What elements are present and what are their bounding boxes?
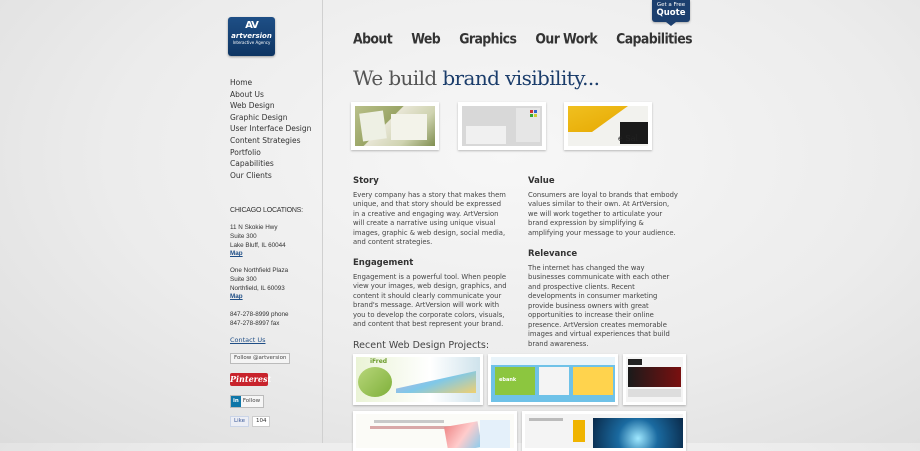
headline-plain: We build bbox=[353, 66, 443, 90]
thumb-image bbox=[355, 106, 435, 146]
sidebar-item-home[interactable]: Home bbox=[230, 77, 311, 89]
project-caption: iFred bbox=[370, 358, 388, 365]
address-line: 11 N Skokie Hwy bbox=[230, 224, 278, 231]
linkedin-follow-button[interactable]: in Follow bbox=[230, 395, 265, 408]
project-image bbox=[626, 357, 683, 402]
contact-us-link[interactable]: Contact Us bbox=[230, 336, 266, 344]
project-thumb-dark[interactable] bbox=[623, 354, 686, 405]
free-quote-button[interactable]: Get a Free Quote bbox=[652, 0, 690, 26]
value-body: Consumers are loyal to brands that embod… bbox=[528, 190, 678, 237]
nav-graphics[interactable]: Graphics bbox=[459, 30, 517, 47]
relevance-heading: Relevance bbox=[528, 249, 578, 259]
facebook-like: Like 104 bbox=[230, 416, 271, 427]
sidebar-item-portfolio[interactable]: Portfolio bbox=[230, 147, 311, 159]
linkedin-icon: in bbox=[231, 396, 241, 407]
nav-our-work[interactable]: Our Work bbox=[535, 30, 597, 47]
headline-highlight: brand visibility... bbox=[442, 66, 600, 90]
sidebar-item-web-design[interactable]: Web Design bbox=[230, 100, 311, 112]
project-thumb-ifred[interactable]: iFred bbox=[353, 354, 483, 405]
sidebar-nav: Home About Us Web Design Graphic Design … bbox=[230, 77, 311, 181]
facebook-like-count: 104 bbox=[251, 416, 271, 427]
thumb-caption: e Sal bbox=[618, 134, 639, 143]
sidebar-item-content-strategies[interactable]: Content Strategies bbox=[230, 135, 311, 147]
project-thumb-light[interactable] bbox=[522, 411, 686, 451]
sidebar-item-about-us[interactable]: About Us bbox=[230, 89, 311, 101]
thumb-image: e Sal bbox=[568, 106, 648, 146]
facebook-like-button[interactable]: Like bbox=[230, 416, 249, 427]
artversion-logo[interactable]: AV artversion Interactive Agency bbox=[228, 17, 275, 56]
recent-projects-heading: Recent Web Design Projects: bbox=[353, 340, 490, 351]
location-northfield: One Northfield Plaza Suite 300 Northfiel… bbox=[230, 267, 288, 302]
sidebar-item-graphic-design[interactable]: Graphic Design bbox=[230, 112, 311, 124]
section-relevance: Relevance The internet has changed the w… bbox=[528, 249, 680, 349]
address-line: One Northfield Plaza bbox=[230, 267, 289, 274]
thumb-image bbox=[462, 106, 542, 146]
project-caption: ebank bbox=[499, 377, 517, 383]
sidebar-item-capabilities[interactable]: Capabilities bbox=[230, 158, 311, 170]
engagement-heading: Engagement bbox=[353, 258, 414, 268]
story-body: Every company has a story that makes the… bbox=[353, 190, 506, 247]
logo-subtitle: Interactive Agency bbox=[232, 40, 271, 45]
address-line: Lake Bluff, IL 60044 bbox=[230, 241, 286, 249]
relevance-body: The internet has changed the way busines… bbox=[528, 263, 670, 348]
pinterest-button[interactable]: Pinterest bbox=[230, 373, 271, 386]
page-headline: We build brand visibility... bbox=[353, 66, 600, 90]
story-heading: Story bbox=[353, 176, 379, 186]
quote-big-text: Quote bbox=[656, 8, 686, 18]
portfolio-thumb-cards[interactable] bbox=[458, 102, 546, 150]
section-story: Story Every company has a story that mak… bbox=[353, 176, 508, 248]
twitter-follow-button[interactable]: Follow @artversion bbox=[230, 353, 291, 364]
value-heading: Value bbox=[528, 176, 555, 186]
logo-brand: artversion bbox=[231, 32, 272, 40]
section-engagement: Engagement Engagement is a powerful tool… bbox=[353, 258, 508, 330]
phone-fax: 847-278-8999 phone 847-278-8997 fax bbox=[230, 311, 288, 329]
map-link[interactable]: Map bbox=[230, 293, 288, 302]
project-image: ebank bbox=[491, 357, 615, 402]
section-value: Value Consumers are loyal to brands that… bbox=[528, 176, 680, 238]
map-link[interactable]: Map bbox=[230, 250, 286, 259]
project-thumb-ebank[interactable]: ebank bbox=[488, 354, 618, 405]
sidebar-divider bbox=[322, 0, 323, 443]
linkedin-follow-label: Follow bbox=[242, 398, 261, 404]
address-line: Suite 300 bbox=[230, 275, 257, 283]
sidebar-item-ui-design[interactable]: User Interface Design bbox=[230, 123, 311, 135]
portfolio-thumb-brochure[interactable] bbox=[351, 102, 439, 150]
sidebar-item-our-clients[interactable]: Our Clients bbox=[230, 170, 311, 182]
nav-capabilities[interactable]: Capabilities bbox=[616, 30, 692, 47]
nav-web[interactable]: Web bbox=[411, 30, 441, 47]
portfolio-thumb-sal[interactable]: e Sal bbox=[564, 102, 652, 150]
locations-heading: CHICAGO LOCATIONS: bbox=[230, 207, 303, 214]
project-image: iFred bbox=[356, 357, 480, 402]
nav-about[interactable]: About bbox=[353, 30, 393, 47]
address-line: Suite 300 bbox=[230, 232, 257, 240]
fax-number: 847-278-8997 fax bbox=[230, 319, 280, 327]
phone-number: 847-278-8999 phone bbox=[230, 311, 289, 318]
engagement-body: Engagement is a powerful tool. When peop… bbox=[353, 272, 507, 329]
twitter-follow-label: Follow @artversion bbox=[234, 355, 287, 361]
sidebar: AV artversion Interactive Agency Home Ab… bbox=[228, 0, 322, 443]
top-nav: About Web Graphics Our Work Capabilities bbox=[353, 28, 706, 47]
location-lake-bluff: 11 N Skokie Hwy Suite 300 Lake Bluff, IL… bbox=[230, 224, 286, 259]
address-line: Northfield, IL 60093 bbox=[230, 284, 285, 292]
project-thumb-dream[interactable] bbox=[353, 411, 517, 451]
logo-mark: AV bbox=[245, 20, 259, 31]
